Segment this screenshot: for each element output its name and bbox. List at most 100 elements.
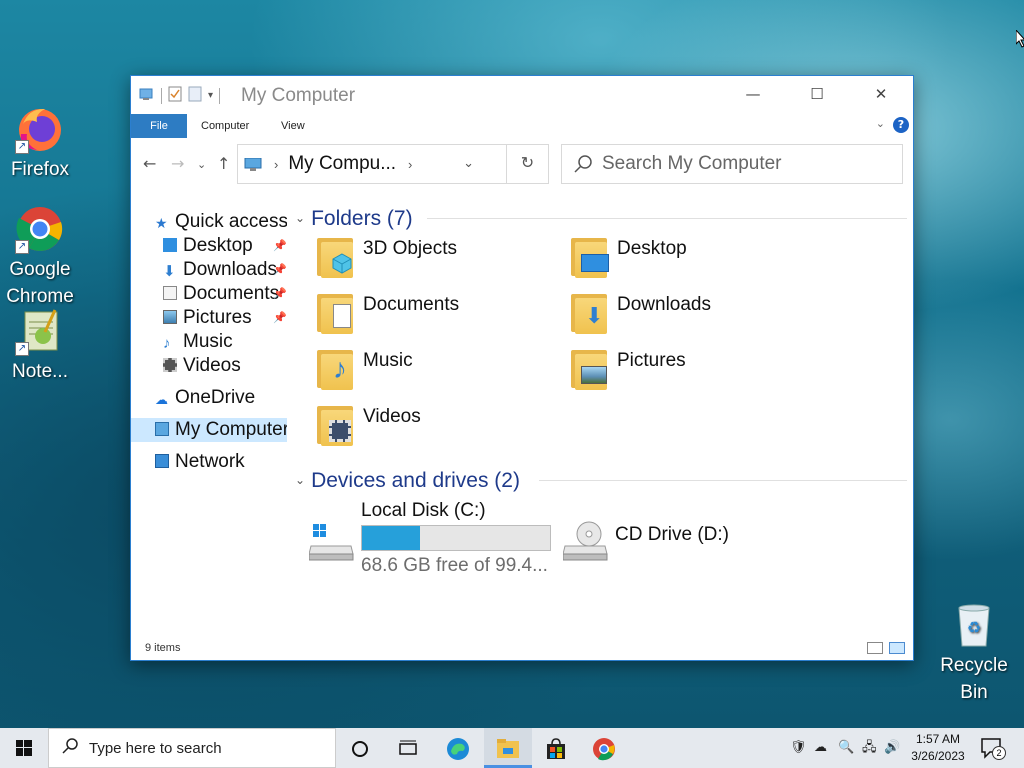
breadcrumb-chevron-icon[interactable]: › — [408, 157, 412, 172]
taskbar-search-input[interactable]: Type here to search — [89, 740, 222, 757]
search-box[interactable]: Search My Computer — [561, 144, 903, 184]
desktop-icon-chrome[interactable]: ↗ Google Chrome — [0, 204, 80, 310]
properties-icon[interactable] — [168, 86, 182, 105]
taskbar-store[interactable] — [532, 728, 580, 768]
forward-arrow-icon[interactable]: → — [171, 154, 184, 173]
folder-3d-objects[interactable]: 3D Objects — [315, 232, 457, 280]
desktop-icon-firefox[interactable]: ↗ Firefox — [0, 104, 80, 183]
network-tray-icon[interactable]: 🖧 — [862, 728, 877, 768]
tab-computer[interactable]: Computer — [201, 114, 249, 138]
item-count: 9 items — [145, 642, 181, 654]
title-bar[interactable]: ▾ My Computer — ☐ ✕ — [131, 76, 913, 114]
recent-locations-chevron-icon[interactable]: ⌄ — [197, 158, 206, 171]
up-arrow-icon[interactable]: ↑ — [217, 154, 230, 173]
nav-quick-access[interactable]: ★ Quick access — [155, 210, 287, 234]
film-icon — [163, 358, 177, 372]
window-title: My Computer — [241, 85, 356, 106]
desktop-icon-recycle-bin[interactable]: ♻ Recycle Bin — [934, 600, 1014, 706]
taskbar-file-explorer[interactable] — [484, 728, 532, 768]
clock[interactable]: 1:57 AM 3/26/2023 — [900, 731, 976, 765]
maximize-button[interactable]: ☐ — [785, 76, 849, 112]
folder-desktop[interactable]: Desktop — [569, 232, 687, 280]
ribbon-tabs: File Computer View ⌄ ? — [131, 114, 913, 138]
drive-local-disk-c[interactable]: Local Disk (C:) 68.6 GB free of 99.4... — [308, 500, 551, 590]
drives-group-header[interactable]: ⌄ Devices and drives (2) — [295, 466, 520, 494]
close-button[interactable]: ✕ — [849, 76, 913, 112]
start-button[interactable] — [0, 728, 48, 768]
back-arrow-icon[interactable]: ← — [143, 154, 156, 173]
group-divider — [427, 218, 907, 219]
action-center-button[interactable]: 2 — [980, 736, 1006, 760]
pictures-icon — [163, 310, 177, 324]
download-arrow-icon: ⬇ — [163, 263, 176, 280]
search-tray-icon[interactable]: 🔍 — [838, 728, 854, 768]
collapse-chevron-icon[interactable]: ⌄ — [295, 473, 305, 487]
clock-date: 3/26/2023 — [911, 749, 965, 763]
taskbar-chrome[interactable] — [580, 728, 628, 768]
new-folder-icon[interactable] — [188, 86, 202, 105]
volume-icon[interactable]: 🔊 — [884, 728, 900, 768]
store-bag-icon — [547, 737, 565, 759]
taskbar-search-box[interactable]: Type here to search — [48, 728, 336, 768]
pin-icon: 📌 — [273, 264, 287, 276]
nav-item-pictures[interactable]: Pictures 📌 — [163, 306, 287, 330]
window-controls: — ☐ ✕ — [721, 76, 913, 112]
taskbar-edge[interactable] — [434, 728, 482, 768]
folder-downloads[interactable]: ⬇ Downloads — [569, 288, 711, 336]
nav-item-downloads[interactable]: ⬇ Downloads 📌 — [163, 258, 287, 282]
tab-file[interactable]: File — [131, 114, 187, 138]
desktop-icon-label: Firefox — [10, 159, 70, 180]
folder-label: 3D Objects — [363, 238, 457, 259]
help-icon[interactable]: ? — [893, 117, 909, 133]
nav-my-computer[interactable]: My Computer — [131, 418, 287, 442]
document-icon — [163, 286, 177, 300]
search-input[interactable]: Search My Computer — [602, 153, 782, 175]
tab-view[interactable]: View — [281, 114, 305, 138]
desktop-icon-notepad[interactable]: ↗ Note... — [0, 306, 80, 385]
large-icons-view-icon[interactable] — [889, 642, 905, 654]
network-icon — [155, 454, 169, 468]
desktop-folder-icon — [569, 234, 609, 278]
notepad-plus-icon: ↗ — [15, 306, 65, 356]
nav-onedrive[interactable]: ☁ OneDrive — [155, 386, 287, 410]
details-view-icon[interactable] — [867, 642, 883, 654]
collapse-chevron-icon[interactable]: ⌄ — [295, 211, 305, 225]
disk-usage-bar — [361, 525, 551, 551]
task-view-button[interactable] — [384, 728, 432, 768]
drive-cd-d[interactable]: CD Drive (D:) — [562, 520, 763, 570]
navigation-bar: ← → ⌄ ↑ › My Compu... › ⌄ ↻ Search My Co… — [131, 142, 913, 186]
mouse-cursor-icon — [1015, 28, 1024, 52]
cortana-circle-icon — [352, 740, 368, 757]
cortana-button[interactable] — [336, 728, 384, 768]
address-bar[interactable]: › My Compu... › ⌄ ↻ — [237, 144, 549, 184]
folders-group-header[interactable]: ⌄ Folders (7) — [295, 204, 413, 232]
clock-time: 1:57 AM — [915, 732, 961, 746]
folder-label: Documents — [363, 294, 460, 315]
expand-ribbon-chevron-icon[interactable]: ⌄ — [876, 117, 885, 130]
refresh-button[interactable]: ↻ — [506, 145, 548, 183]
onedrive-cloud-icon[interactable]: ☁ — [814, 728, 827, 768]
disk-free-space: 68.6 GB free of 99.4... — [361, 555, 548, 576]
nav-item-music[interactable]: ♪ Music — [163, 330, 287, 354]
folder-videos[interactable]: Videos — [315, 400, 421, 448]
breadcrumb-chevron-icon[interactable]: › — [274, 157, 278, 172]
taskbar: Type here to search 🛡 ☁ 🔍 🖧 🔊 1:57 AM 3/… — [0, 728, 1024, 768]
nav-item-videos[interactable]: Videos — [163, 354, 287, 378]
videos-folder-icon — [315, 402, 355, 446]
folder-documents[interactable]: Documents — [315, 288, 459, 336]
view-toggle — [867, 642, 905, 654]
pin-icon: 📌 — [273, 312, 287, 324]
address-dropdown-chevron-icon[interactable]: ⌄ — [463, 155, 474, 171]
folder-pictures[interactable]: Pictures — [569, 344, 686, 392]
nav-item-desktop[interactable]: Desktop 📌 — [163, 234, 287, 258]
music-note-icon: ♪ — [163, 335, 171, 352]
folder-music[interactable]: ♪ Music — [315, 344, 413, 392]
file-explorer-window[interactable]: ▾ My Computer — ☐ ✕ File Computer View ⌄… — [130, 75, 914, 661]
security-shield-icon[interactable]: 🛡 — [790, 728, 807, 768]
minimize-button[interactable]: — — [721, 76, 785, 112]
breadcrumb-current[interactable]: My Compu... — [288, 153, 396, 175]
nav-item-documents[interactable]: Documents 📌 — [163, 282, 287, 306]
pin-icon: 📌 — [273, 288, 287, 300]
customize-toolbar-chevron-icon[interactable]: ▾ — [208, 90, 213, 101]
nav-network[interactable]: Network — [155, 450, 287, 474]
